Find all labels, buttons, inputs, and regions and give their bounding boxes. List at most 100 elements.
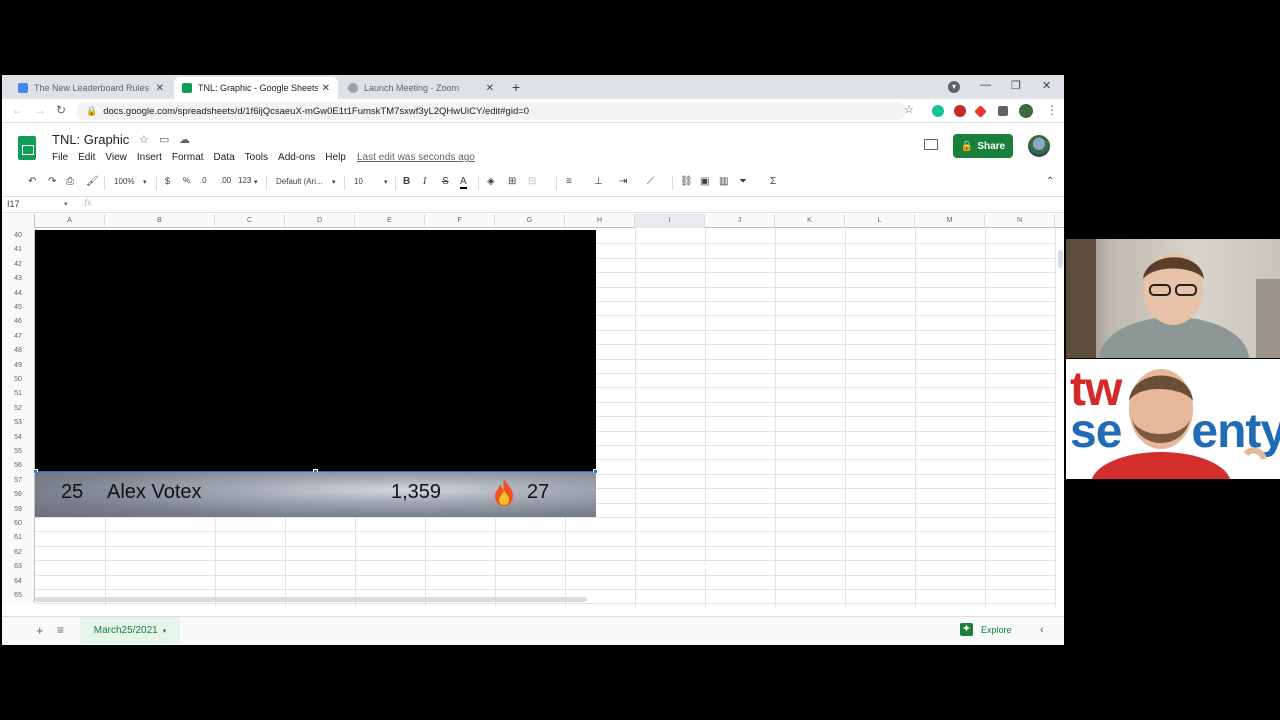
reload-icon[interactable]: ↻ <box>56 103 66 117</box>
column-header-e[interactable]: E <box>355 214 425 228</box>
insert-link-icon[interactable]: ⛓ <box>680 176 693 187</box>
row-header-61[interactable]: 61 <box>2 531 35 546</box>
row-header-49[interactable]: 49 <box>2 358 35 373</box>
forward-icon[interactable]: → <box>34 103 46 117</box>
menu-help[interactable]: Help <box>325 152 346 163</box>
restore-icon[interactable]: ❐ <box>1011 79 1021 92</box>
text-rotation-icon[interactable]: ⟋ <box>647 176 654 187</box>
leaderboard-banner-image[interactable]: 25 Alex Votex 1,359 27 <box>35 472 596 517</box>
share-button[interactable]: 🔒 Share <box>953 134 1013 158</box>
back-icon[interactable]: ← <box>12 103 24 117</box>
cloud-status-icon[interactable]: ☁ <box>179 133 190 146</box>
row-header-58[interactable]: 58 <box>2 488 35 503</box>
column-header-g[interactable]: G <box>495 214 565 228</box>
address-bar[interactable]: 🔒 docs.google.com/spreadsheets/d/1f6ijQc… <box>76 102 906 120</box>
bold-button[interactable]: B <box>403 176 410 187</box>
decrease-decimal-button[interactable]: .0 <box>200 176 207 185</box>
add-sheet-button[interactable]: + <box>36 623 44 638</box>
column-header-d[interactable]: D <box>285 214 355 228</box>
name-box[interactable]: I17 <box>7 199 20 209</box>
grammarly-extension-icon[interactable] <box>932 105 944 117</box>
column-header-b[interactable]: B <box>105 214 215 228</box>
column-header-h[interactable]: H <box>565 214 635 228</box>
paint-format-icon[interactable]: 🖌 <box>86 176 99 187</box>
explore-button[interactable]: ✦ Explore <box>960 623 1012 636</box>
star-icon[interactable]: ☆ <box>139 133 149 146</box>
column-header-a[interactable]: A <box>35 214 105 228</box>
row-header-43[interactable]: 43 <box>2 272 35 287</box>
bookmark-star-icon[interactable]: ☆ <box>904 103 914 116</box>
column-header-f[interactable]: F <box>425 214 495 228</box>
embedded-image-black-area[interactable] <box>35 230 596 472</box>
comment-history-icon[interactable] <box>924 139 938 150</box>
profile-menu-icon[interactable]: ▾ <box>948 81 960 93</box>
column-header-i[interactable]: I <box>635 214 705 228</box>
menu-view[interactable]: View <box>105 152 127 163</box>
collapse-menus-icon[interactable]: ⌃ <box>1046 176 1054 187</box>
horizontal-scrollbar[interactable] <box>35 597 587 602</box>
more-formats-button[interactable]: 123 <box>238 176 251 185</box>
increase-decimal-button[interactable]: .00 <box>220 176 231 185</box>
ublock-extension-icon[interactable] <box>954 105 966 117</box>
row-header-55[interactable]: 55 <box>2 445 35 460</box>
row-header-57[interactable]: 57 <box>2 473 35 489</box>
strikethrough-button[interactable]: S <box>442 176 449 187</box>
browser-tab-zoom[interactable]: Launch Meeting - Zoom ✕ <box>340 77 502 99</box>
text-color-button[interactable]: A <box>460 176 467 189</box>
column-header-j[interactable]: J <box>705 214 775 228</box>
vertical-align-icon[interactable]: ⊥ <box>594 176 603 187</box>
row-header-40[interactable]: 40 <box>2 229 35 244</box>
tag-extension-icon[interactable] <box>974 105 987 118</box>
profile-avatar-icon[interactable] <box>1019 104 1033 118</box>
row-header-45[interactable]: 45 <box>2 301 35 316</box>
row-header-44[interactable]: 44 <box>2 286 35 301</box>
font-size-select[interactable]: 10 <box>354 177 363 186</box>
percent-format-button[interactable]: % <box>183 176 190 185</box>
horizontal-align-icon[interactable]: ≡ <box>566 176 572 187</box>
row-header-41[interactable]: 41 <box>2 243 35 258</box>
text-wrapping-icon[interactable]: ⇥ <box>619 176 627 187</box>
new-tab-button[interactable]: + <box>512 79 520 95</box>
menu-file[interactable]: File <box>52 152 68 163</box>
italic-button[interactable]: I <box>423 176 426 187</box>
insert-comment-icon[interactable]: ▣ <box>700 176 709 187</box>
row-header-65[interactable]: 65 <box>2 589 35 604</box>
functions-button[interactable]: Σ <box>770 176 776 187</box>
column-header-c[interactable]: C <box>215 214 285 228</box>
row-header-63[interactable]: 63 <box>2 560 35 575</box>
borders-icon[interactable]: ⊞ <box>508 176 516 187</box>
extensions-puzzle-icon[interactable] <box>998 106 1008 116</box>
row-header-53[interactable]: 53 <box>2 416 35 431</box>
zoom-select[interactable]: 100% <box>114 177 134 186</box>
merge-cells-icon[interactable]: ⊟ <box>528 176 536 187</box>
row-header-62[interactable]: 62 <box>2 545 35 561</box>
chevron-down-icon[interactable]: ▾ <box>64 200 68 208</box>
vertical-scrollbar[interactable] <box>1057 228 1064 607</box>
font-select[interactable]: Default (Ari... <box>276 177 323 186</box>
column-header-k[interactable]: K <box>775 214 845 228</box>
row-header-47[interactable]: 47 <box>2 329 35 345</box>
browser-tab-sheets[interactable]: TNL: Graphic - Google Sheets ✕ <box>174 77 338 99</box>
row-header-64[interactable]: 64 <box>2 574 35 589</box>
account-avatar[interactable] <box>1028 135 1050 157</box>
browser-tab-leaderboard-rules[interactable]: The New Leaderboard Rules - Go ✕ <box>10 77 172 99</box>
spreadsheet-grid[interactable]: ABCDEFGHIJKLMN 40 41 42 43 44 45 46 47 48 49 50 51 5… <box>2 214 1064 607</box>
menu-data[interactable]: Data <box>214 152 235 163</box>
menu-format[interactable]: Format <box>172 152 204 163</box>
row-header-42[interactable]: 42 <box>2 257 35 273</box>
menu-tools[interactable]: Tools <box>245 152 268 163</box>
filter-icon[interactable]: ⏷ <box>739 176 747 187</box>
redo-icon[interactable]: ↷ <box>48 176 56 187</box>
last-edit-link[interactable]: Last edit was seconds ago <box>357 152 475 163</box>
insert-chart-icon[interactable]: ▥ <box>719 176 728 187</box>
close-tab-icon[interactable]: ✕ <box>322 83 330 94</box>
sheet-tab-active[interactable]: March25/2021 ▾ <box>80 617 180 644</box>
select-all-corner[interactable] <box>2 214 35 228</box>
all-sheets-menu-icon[interactable]: ≡ <box>57 623 64 637</box>
fill-color-icon[interactable]: ◈ <box>487 176 495 187</box>
row-header-46[interactable]: 46 <box>2 315 35 330</box>
close-window-icon[interactable]: ✕ <box>1042 79 1051 92</box>
row-header-50[interactable]: 50 <box>2 373 35 388</box>
row-header-52[interactable]: 52 <box>2 401 35 417</box>
browser-menu-icon[interactable]: ⋮ <box>1046 103 1058 117</box>
